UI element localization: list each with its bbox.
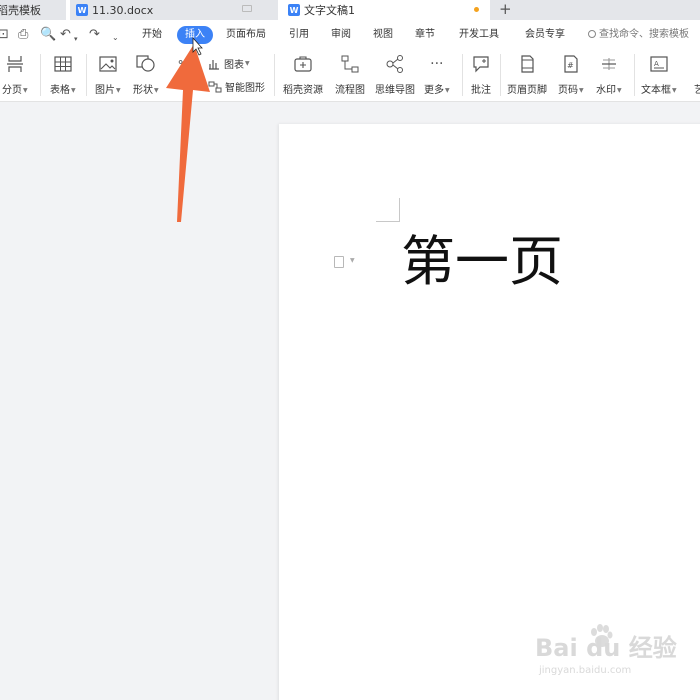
watermark-brand: Bai du 经验 (535, 634, 677, 662)
mouse-cursor-icon (192, 36, 203, 56)
baidu-jingyan-watermark: Bai du 经验 jingyan.baidu.com (535, 628, 677, 676)
wps-writer-window: 稻壳模板 W 11.30.docx W 文字文稿1 + ⊡ ⎙ 🔍 ↶ ▾ ↷ … (0, 0, 700, 700)
watermark-url: jingyan.baidu.com (539, 665, 632, 676)
